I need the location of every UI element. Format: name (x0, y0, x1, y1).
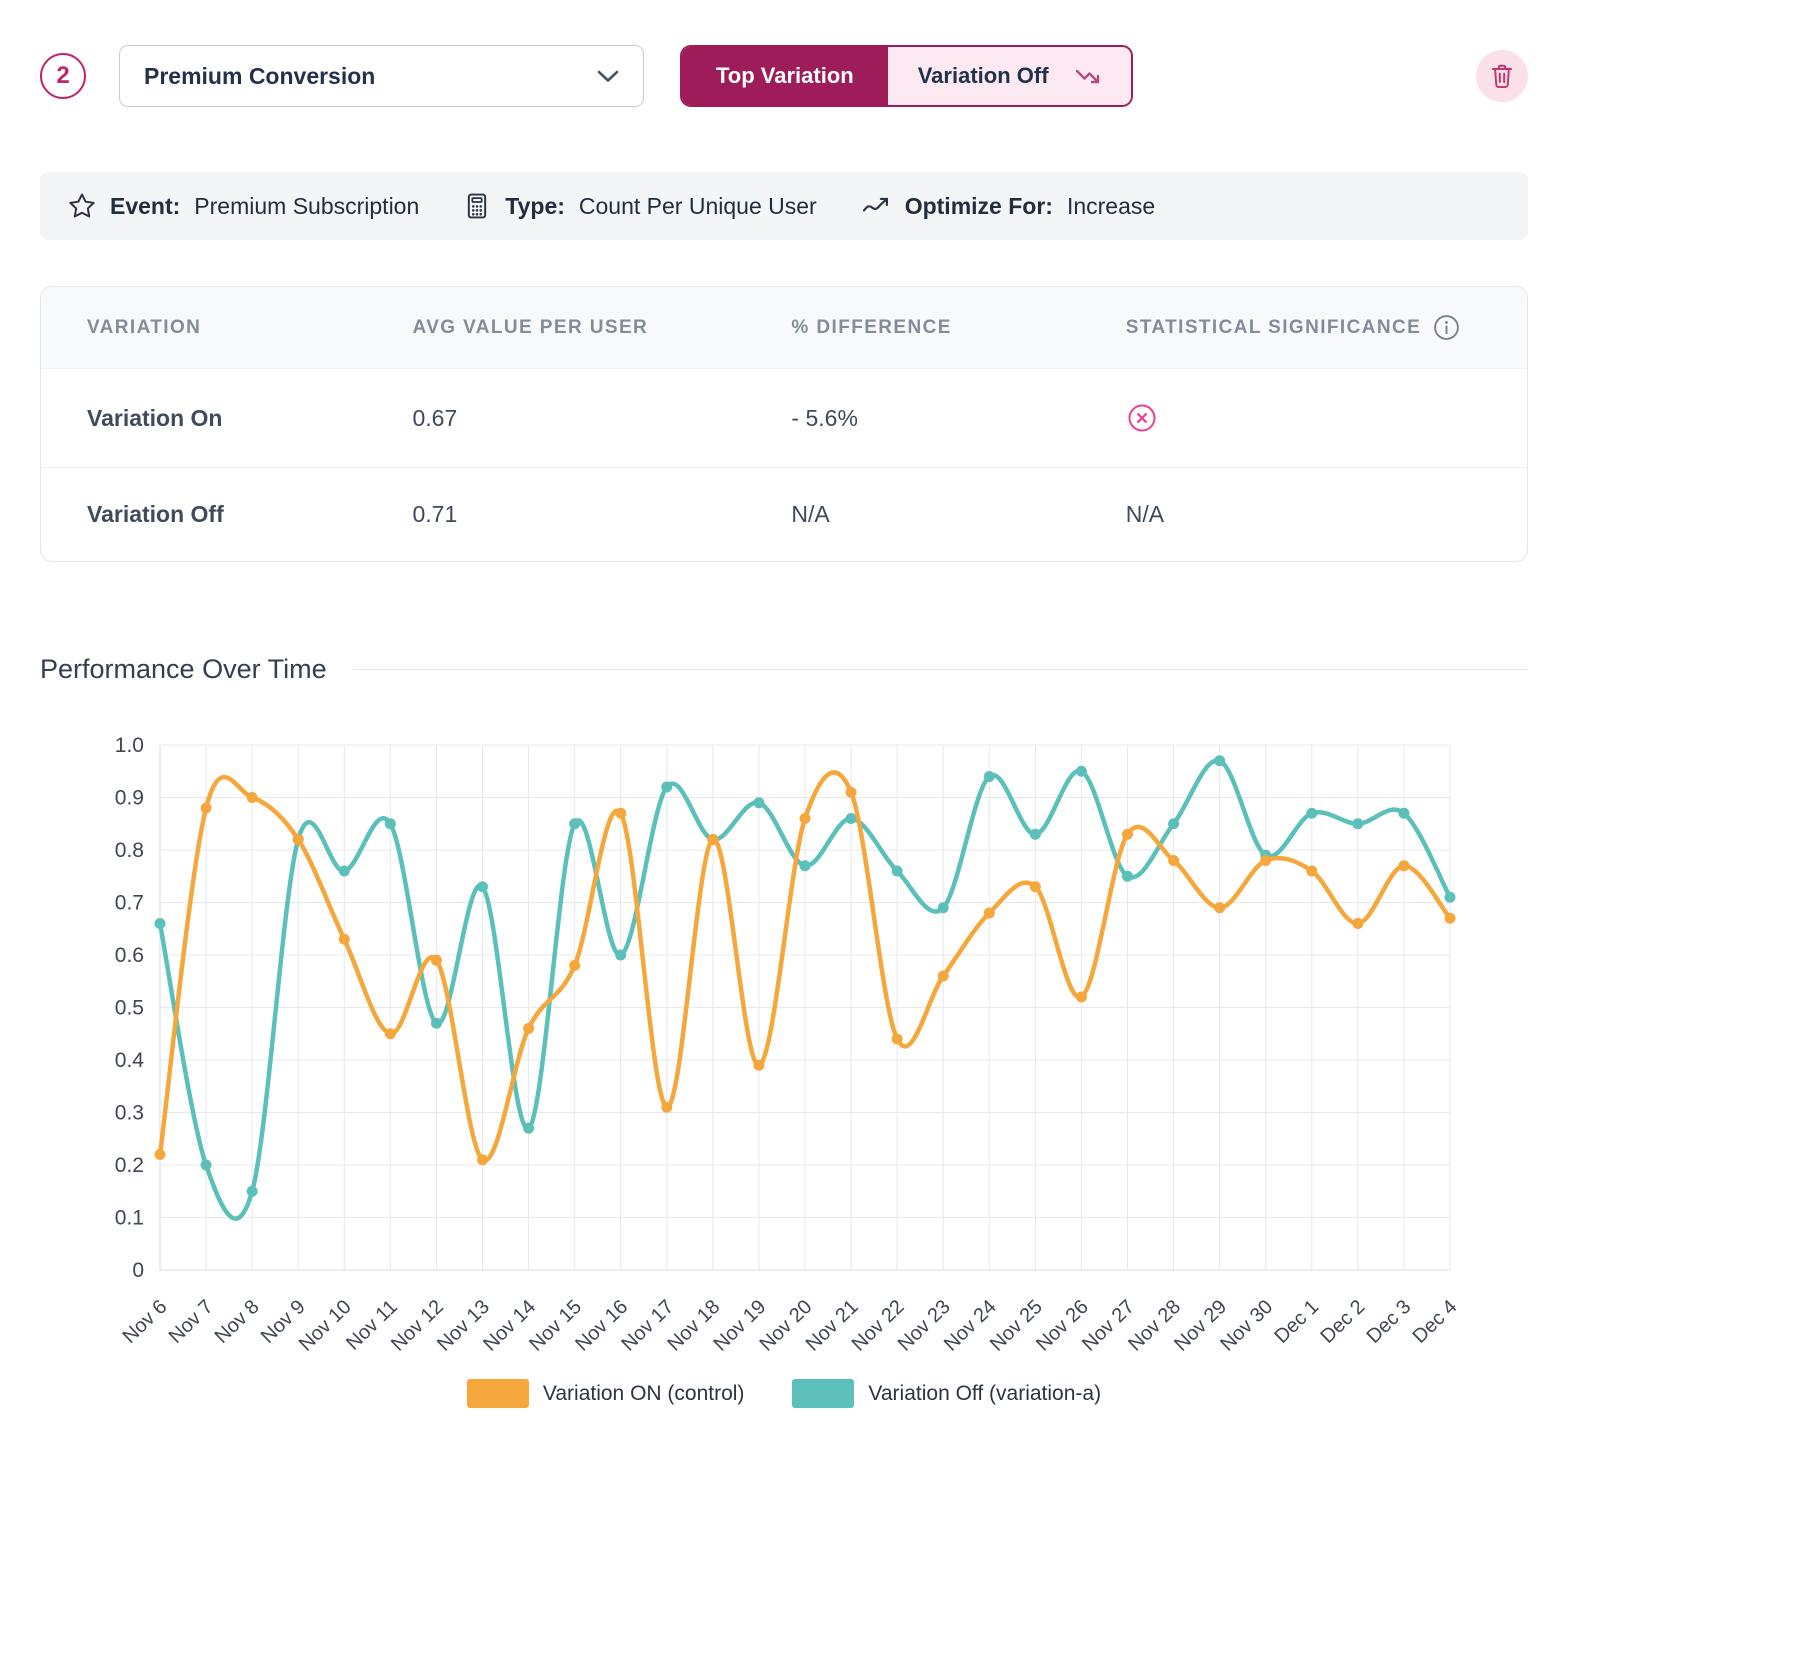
trending-up-icon (861, 194, 891, 218)
metric-index-badge: 2 (40, 53, 86, 99)
table-row-variation-off: Variation Off 0.71 N/A N/A (41, 468, 1527, 562)
section-title: Performance Over Time (40, 654, 327, 685)
column-header-significance: Statistical Significance (1126, 287, 1527, 369)
trash-icon (1489, 62, 1515, 90)
metric-selector-value: Premium Conversion (144, 63, 375, 90)
chart-legend: Variation ON (control) Variation Off (va… (40, 1379, 1528, 1408)
svg-text:0.1: 0.1 (115, 1207, 144, 1230)
svg-text:0.3: 0.3 (115, 1102, 144, 1125)
type-value: Count Per Unique User (579, 193, 817, 220)
metric-panel: 2 Premium Conversion Top Variation Varia… (0, 0, 1528, 1468)
difference-cell: N/A (791, 468, 1125, 562)
type-label: Type: (505, 193, 565, 220)
star-icon (68, 192, 96, 220)
segment-top-variation[interactable]: Top Variation (682, 47, 888, 105)
avg-value-cell: 0.71 (413, 468, 792, 562)
variation-segmented-control: Top Variation Variation Off (680, 45, 1133, 107)
significance-cell (1126, 369, 1527, 468)
svg-text:Nov 30: Nov 30 (1216, 1296, 1277, 1356)
column-header-variation: Variation (41, 287, 413, 369)
results-table-card: Variation Avg Value Per User % Differenc… (40, 286, 1528, 562)
delete-metric-button[interactable] (1476, 50, 1528, 102)
svg-text:0.7: 0.7 (115, 892, 144, 915)
segment-variation-off[interactable]: Variation Off (888, 47, 1131, 105)
table-row-variation-on: Variation On 0.67 - 5.6% (41, 369, 1527, 468)
svg-text:Nov 8: Nov 8 (211, 1296, 264, 1348)
svg-text:Nov 6: Nov 6 (119, 1296, 172, 1348)
svg-text:Nov 7: Nov 7 (165, 1296, 218, 1348)
metric-selector[interactable]: Premium Conversion (119, 45, 644, 107)
column-header-difference: % Difference (791, 287, 1125, 369)
difference-cell: - 5.6% (791, 369, 1125, 468)
chart-section-header: Performance Over Time (40, 654, 1528, 685)
column-header-significance-label: Statistical Significance (1126, 317, 1421, 339)
legend-label: Variation Off (variation-a) (868, 1382, 1101, 1406)
legend-item-variation-on[interactable]: Variation ON (control) (467, 1379, 745, 1408)
optimize-label: Optimize For: (905, 193, 1053, 220)
calculator-icon (463, 192, 491, 220)
event-label: Event: (110, 193, 180, 220)
chart-canvas: 00.10.20.30.40.50.60.70.80.91.0Nov 6Nov … (40, 715, 1528, 1375)
svg-text:0.8: 0.8 (115, 839, 144, 862)
significance-cell: N/A (1126, 468, 1527, 562)
svg-text:Nov 10: Nov 10 (295, 1296, 356, 1356)
legend-label: Variation ON (control) (543, 1382, 745, 1406)
svg-text:Dec 1: Dec 1 (1270, 1296, 1323, 1348)
segment-top-variation-label: Top Variation (716, 63, 854, 89)
metric-toolbar: 2 Premium Conversion Top Variation Varia… (40, 44, 1528, 108)
metric-summary-bar: Event: Premium Subscription Type: Count … (40, 172, 1528, 240)
summary-type: Type: Count Per Unique User (463, 192, 816, 220)
results-table: Variation Avg Value Per User % Differenc… (41, 287, 1527, 561)
summary-optimize: Optimize For: Increase (861, 193, 1155, 220)
svg-text:Dec 3: Dec 3 (1363, 1296, 1416, 1348)
segment-variation-off-label: Variation Off (918, 63, 1049, 89)
performance-chart: 00.10.20.30.40.50.60.70.80.91.0Nov 6Nov … (40, 715, 1528, 1408)
legend-item-variation-off[interactable]: Variation Off (variation-a) (792, 1379, 1101, 1408)
trending-down-icon (1075, 65, 1101, 87)
svg-text:0.2: 0.2 (115, 1154, 144, 1177)
avg-value-cell: 0.67 (413, 369, 792, 468)
column-header-avg-value: Avg Value Per User (413, 287, 792, 369)
svg-text:0.5: 0.5 (115, 997, 144, 1020)
info-icon[interactable] (1433, 314, 1460, 341)
svg-text:0: 0 (132, 1259, 144, 1282)
results-header-row: Variation Avg Value Per User % Differenc… (41, 287, 1527, 369)
variation-name-cell: Variation Off (41, 468, 413, 562)
summary-event: Event: Premium Subscription (68, 192, 419, 220)
legend-swatch-teal (792, 1379, 854, 1408)
not-significant-x-circle-icon (1126, 402, 1527, 434)
svg-text:1.0: 1.0 (115, 734, 144, 757)
event-value: Premium Subscription (194, 193, 419, 220)
legend-swatch-orange (467, 1379, 529, 1408)
optimize-value: Increase (1067, 193, 1155, 220)
svg-text:0.9: 0.9 (115, 787, 144, 810)
chevron-down-icon (597, 70, 619, 83)
svg-text:0.4: 0.4 (115, 1049, 145, 1072)
section-divider (353, 669, 1528, 670)
svg-text:0.6: 0.6 (115, 944, 144, 967)
variation-name-cell: Variation On (41, 369, 413, 468)
svg-text:Dec 2: Dec 2 (1316, 1296, 1369, 1348)
svg-text:Dec 4: Dec 4 (1409, 1296, 1462, 1348)
